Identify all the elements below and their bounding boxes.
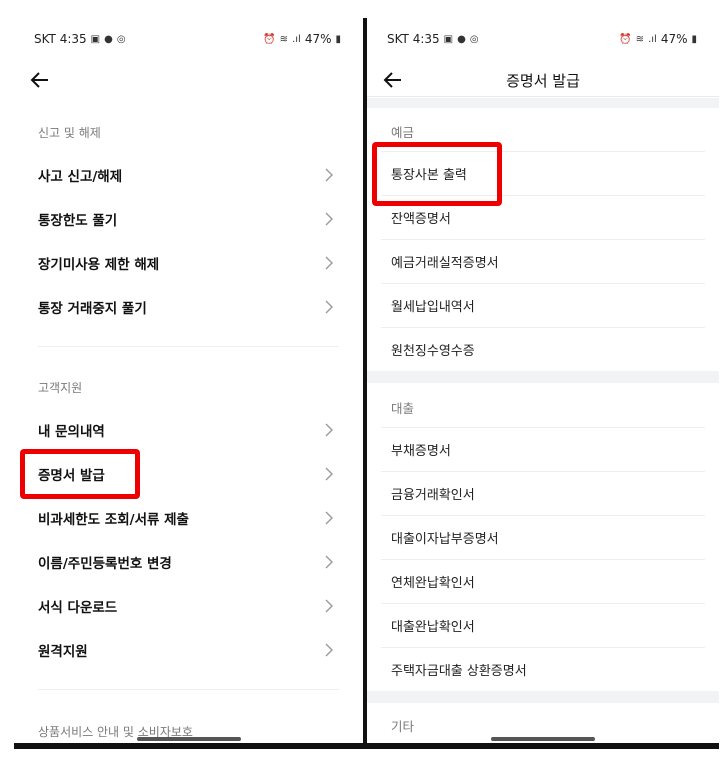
cert-item-label: 잔액증명서 [391,212,451,227]
cert-item-label: 주택자금대출 상환증명서 [391,664,527,679]
menu-item-transaction-suspend[interactable]: 통장 거래중지 풀기 [24,285,353,329]
menu-item-form-download[interactable]: 서식 다운로드 [24,584,353,628]
cert-item-rent-payment[interactable]: 월세납입내역서 [381,283,705,327]
menu-item-label: 서식 다운로드 [38,600,118,616]
gallery-icon: ▣ [443,33,454,45]
chevron-right-icon [325,643,333,657]
app-bar [14,62,363,98]
alarm-icon: ⏰ [263,33,276,45]
status-bar: SKT 4:35 ▣ ● ◎ ⏰ ≋ .ıl 47% ▮ [367,30,719,52]
cert-item-housing-loan-repayment[interactable]: 주택자금대출 상환증명서 [381,647,705,691]
menu-item-label: 내 문의내역 [38,424,105,440]
menu-item-account-limit[interactable]: 통장한도 풀기 [24,197,353,241]
carrier-time: SKT 4:35 [34,32,87,46]
arrow-left-icon [30,72,48,88]
section-divider [38,689,339,690]
cert-item-label: 금융거래확인서 [391,488,475,503]
cert-item-label: 연체완납확인서 [391,576,475,591]
menu-item-accident-report[interactable]: 사고 신고/해제 [24,153,353,197]
section-label-other: 기타 [391,719,415,734]
signal-icon: .ıl [292,33,301,45]
section-divider [38,346,339,347]
cert-item-withholding-receipt[interactable]: 원천징수영수증 [381,327,705,371]
chat-icon: ● [457,33,466,45]
chevron-right-icon [325,467,333,481]
cert-item-deposit-record[interactable]: 예금거래실적증명서 [381,239,705,283]
menu-item-label: 비과세한도 조회/서류 제출 [38,512,189,528]
menu-item-label: 통장 거래중지 풀기 [38,301,147,317]
chevron-right-icon [325,511,333,525]
home-indicator-pill [491,737,595,741]
status-bar: SKT 4:35 ▣ ● ◎ ⏰ ≋ .ıl 47% ▮ [14,30,363,52]
page-title: 증명서 발급 [506,72,580,90]
sync-icon: ◎ [116,33,126,45]
menu-item-tax-free-limit[interactable]: 비과세한도 조회/서류 제출 [24,496,353,540]
chevron-right-icon [325,423,333,437]
section-label-deposit: 예금 [391,125,415,140]
sync-icon: ◎ [469,33,479,45]
menu-item-label: 원격지원 [38,644,88,660]
menu-item-label: 이름/주민등록번호 변경 [38,556,172,572]
nav-bar [14,743,363,749]
cert-item-label: 원천징수영수증 [391,344,475,359]
chevron-right-icon [325,256,333,270]
section-band [367,371,719,383]
menu-item-my-inquiries[interactable]: 내 문의내역 [24,408,353,452]
carrier-time: SKT 4:35 [387,32,440,46]
cert-item-label: 월세납입내역서 [391,300,475,315]
chevron-right-icon [325,168,333,182]
chevron-right-icon [325,555,333,569]
cert-item-passbook-copy[interactable]: 통장사본 출력 [381,151,705,195]
wifi-icon: ≋ [635,33,645,45]
cert-item-label: 부채증명서 [391,444,451,459]
cert-item-label: 예금거래실적증명서 [391,256,499,271]
chevron-right-icon [325,300,333,314]
cert-item-loan-paid[interactable]: 대출완납확인서 [381,603,705,647]
signal-icon: .ıl [648,33,657,45]
battery-icon: ▮ [691,33,697,45]
section-label-loan: 대출 [391,401,415,416]
battery-percent: 47% [660,32,688,46]
header-divider [367,96,719,97]
battery-percent: 47% [304,32,332,46]
wifi-icon: ≋ [279,33,289,45]
menu-item-remote-support[interactable]: 원격지원 [24,628,353,672]
right-screen: SKT 4:35 ▣ ● ◎ ⏰ ≋ .ıl 47% ▮ 증명서 발급 예금 통… [367,18,719,749]
cert-item-label: 통장사본 출력 [391,168,467,183]
nav-bar [367,743,719,749]
cert-item-balance[interactable]: 잔액증명서 [381,195,705,239]
cert-item-loan-interest[interactable]: 대출이자납부증명서 [381,515,705,559]
menu-item-name-id-change[interactable]: 이름/주민등록번호 변경 [24,540,353,584]
menu-item-label: 증명서 발급 [38,468,105,484]
section-band [367,98,719,108]
battery-icon: ▮ [335,33,341,45]
cert-item-overdue-paid[interactable]: 연체완납확인서 [381,559,705,603]
gallery-icon: ▣ [90,33,101,45]
menu-item-dormant-release[interactable]: 장기미사용 제한 해제 [24,241,353,285]
cert-item-debt[interactable]: 부채증명서 [381,427,705,471]
menu-item-certificate-issue[interactable]: 증명서 발급 [24,452,353,496]
menu-item-label: 통장한도 풀기 [38,213,118,229]
left-screen: SKT 4:35 ▣ ● ◎ ⏰ ≋ .ıl 47% ▮ 신고 및 해제 사고 … [14,18,363,749]
back-button[interactable] [26,66,54,94]
section-band [367,691,719,703]
cert-item-label: 대출완납확인서 [391,620,475,635]
chevron-right-icon [325,212,333,226]
menu-item-label: 사고 신고/해제 [38,169,123,185]
section-label-support: 고객지원 [38,381,83,395]
menu-item-label: 장기미사용 제한 해제 [38,257,160,273]
cert-item-label: 대출이자납부증명서 [391,532,499,547]
chevron-right-icon [325,599,333,613]
chat-icon: ● [104,33,113,45]
cert-item-financial-transaction[interactable]: 금융거래확인서 [381,471,705,515]
home-indicator-pill [136,737,241,741]
app-bar: 증명서 발급 [367,62,719,98]
section-label-report: 신고 및 해제 [38,126,101,140]
alarm-icon: ⏰ [619,33,632,45]
